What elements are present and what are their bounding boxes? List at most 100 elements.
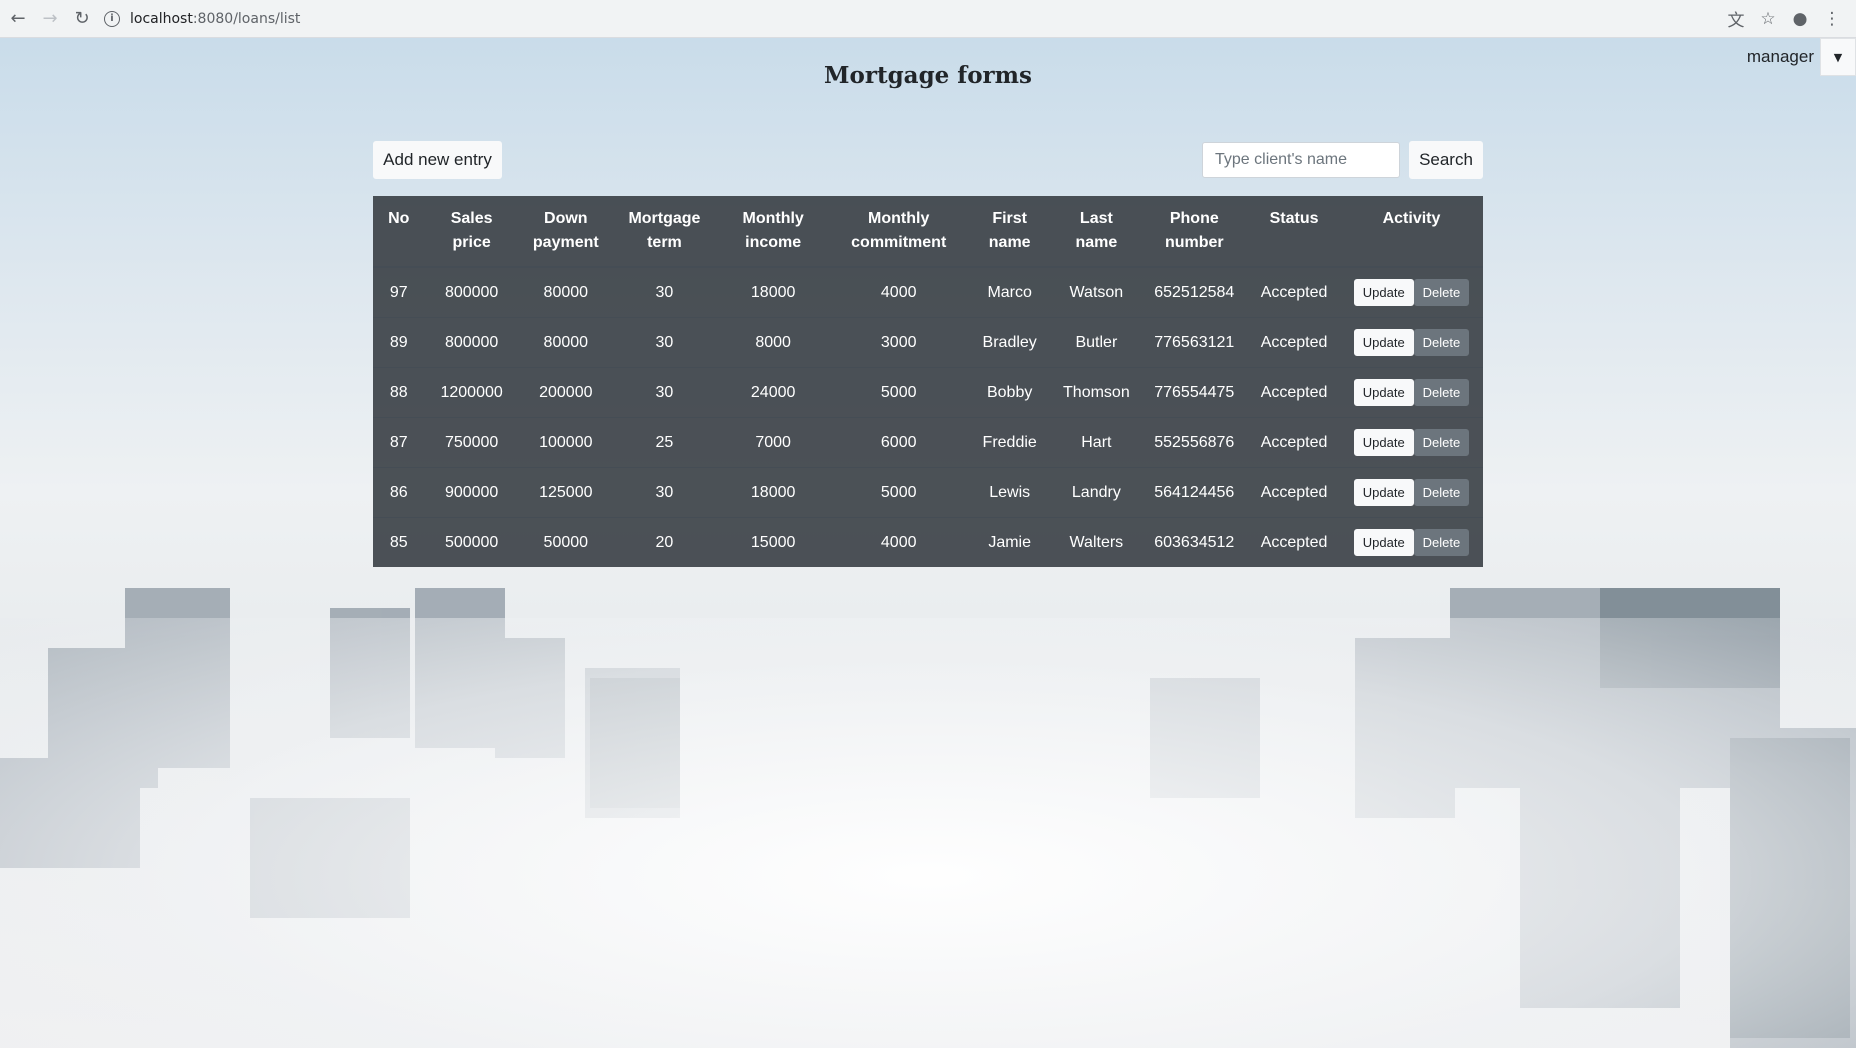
delete-button[interactable]: Delete bbox=[1413, 529, 1470, 556]
cell-mortgage-term: 30 bbox=[612, 467, 716, 518]
cell-monthly-commitment: 5000 bbox=[830, 467, 968, 518]
column-header: Monthly commitment bbox=[830, 196, 968, 268]
fog-overlay bbox=[0, 618, 1856, 1048]
page-body: Mortgage forms manager ▼ Add new entry S… bbox=[0, 38, 1856, 1048]
table-row: 88 1200000 200000 30 24000 5000 Bobby Thomson 77… bbox=[373, 367, 1483, 418]
delete-button[interactable]: Delete bbox=[1413, 329, 1470, 356]
cell-last-name: Butler bbox=[1052, 317, 1141, 368]
cell-phone-number: 603634512 bbox=[1140, 517, 1249, 567]
cell-status: Accepted bbox=[1248, 266, 1340, 318]
cell-monthly-commitment: 4000 bbox=[830, 517, 968, 567]
cell-monthly-income: 18000 bbox=[716, 467, 831, 518]
cell-phone-number: 776563121 bbox=[1140, 317, 1249, 368]
cell-activity: Update Delete bbox=[1340, 417, 1483, 468]
cell-monthly-income: 15000 bbox=[716, 517, 831, 567]
cell-monthly-income: 18000 bbox=[716, 266, 831, 318]
cell-activity: Update Delete bbox=[1340, 467, 1483, 518]
cell-activity: Update Delete bbox=[1340, 367, 1483, 418]
user-name[interactable]: manager bbox=[1747, 47, 1814, 67]
translate-icon[interactable]: 文 bbox=[1720, 5, 1752, 33]
browser-actions: 文 ☆ ● ⋮ bbox=[1720, 5, 1848, 33]
cell-first-name: Jamie bbox=[967, 517, 1053, 567]
cell-monthly-commitment: 6000 bbox=[830, 417, 968, 468]
back-arrow-icon[interactable]: ← bbox=[4, 5, 32, 33]
cell-first-name: Bobby bbox=[967, 367, 1053, 418]
forward-arrow-icon[interactable]: → bbox=[36, 5, 64, 33]
column-header: Activity bbox=[1340, 196, 1483, 268]
cell-status: Accepted bbox=[1248, 517, 1340, 567]
cell-monthly-commitment: 4000 bbox=[830, 266, 968, 318]
cell-first-name: Marco bbox=[967, 266, 1053, 318]
column-header: First name bbox=[967, 196, 1053, 268]
cell-phone-number: 564124456 bbox=[1140, 467, 1249, 518]
cell-last-name: Landry bbox=[1052, 467, 1141, 518]
update-button[interactable]: Update bbox=[1353, 479, 1414, 506]
update-button[interactable]: Update bbox=[1353, 429, 1414, 456]
cell-sales-price: 800000 bbox=[424, 266, 519, 318]
cell-status: Accepted bbox=[1248, 467, 1340, 518]
cell-phone-number: 652512584 bbox=[1140, 266, 1249, 318]
cell-sales-price: 500000 bbox=[424, 517, 519, 567]
cell-row-number: 87 bbox=[373, 417, 425, 468]
star-icon[interactable]: ☆ bbox=[1752, 5, 1784, 33]
address-bar[interactable]: i localhost:8080/loans/list bbox=[104, 4, 1720, 34]
cell-mortgage-term: 30 bbox=[612, 266, 716, 318]
cell-down-payment: 200000 bbox=[518, 367, 613, 418]
cell-sales-price: 800000 bbox=[424, 317, 519, 368]
column-header: Status bbox=[1248, 196, 1340, 268]
cell-activity: Update Delete bbox=[1340, 517, 1483, 567]
update-button[interactable]: Update bbox=[1353, 379, 1414, 406]
delete-button[interactable]: Delete bbox=[1413, 479, 1470, 506]
column-header: Last name bbox=[1052, 196, 1141, 268]
cell-down-payment: 50000 bbox=[518, 517, 613, 567]
cell-mortgage-term: 30 bbox=[612, 367, 716, 418]
update-button[interactable]: Update bbox=[1353, 279, 1414, 306]
table-row: 97 800000 80000 30 18000 4000 Marco Watson 65251… bbox=[373, 266, 1483, 318]
table-row: 86 900000 125000 30 18000 5000 Lewis Landry 5641… bbox=[373, 467, 1483, 518]
cell-monthly-income: 24000 bbox=[716, 367, 831, 418]
info-icon[interactable]: i bbox=[104, 10, 120, 27]
table-row: 85 500000 50000 20 15000 4000 Jamie Walters 6036… bbox=[373, 517, 1483, 567]
client-search-input[interactable] bbox=[1202, 142, 1400, 178]
column-header: Down payment bbox=[518, 196, 613, 268]
add-new-entry-button[interactable]: Add new entry bbox=[373, 141, 502, 179]
url-text[interactable]: localhost:8080/loans/list bbox=[130, 11, 300, 27]
column-header: Phone number bbox=[1140, 196, 1249, 268]
cell-row-number: 97 bbox=[373, 266, 425, 318]
chevron-down-icon[interactable]: ▼ bbox=[1820, 38, 1856, 76]
delete-button[interactable]: Delete bbox=[1413, 429, 1470, 456]
cell-mortgage-term: 30 bbox=[612, 317, 716, 368]
cell-down-payment: 100000 bbox=[518, 417, 613, 468]
cell-activity: Update Delete bbox=[1340, 266, 1483, 318]
table-header-row: No Sales price Down payment Mortgage ter… bbox=[373, 196, 1483, 268]
reload-icon[interactable]: ↻ bbox=[68, 5, 96, 33]
cell-phone-number: 552556876 bbox=[1140, 417, 1249, 468]
kebab-menu-icon[interactable]: ⋮ bbox=[1816, 5, 1848, 33]
table-row: 87 750000 100000 25 7000 6000 Freddie Hart 55255… bbox=[373, 417, 1483, 468]
account-icon[interactable]: ● bbox=[1784, 5, 1816, 33]
update-button[interactable]: Update bbox=[1353, 329, 1414, 356]
cell-first-name: Lewis bbox=[967, 467, 1053, 518]
cell-row-number: 85 bbox=[373, 517, 425, 567]
cell-last-name: Walters bbox=[1052, 517, 1141, 567]
cell-activity: Update Delete bbox=[1340, 317, 1483, 368]
cell-monthly-commitment: 5000 bbox=[830, 367, 968, 418]
cell-down-payment: 80000 bbox=[518, 266, 613, 318]
cell-down-payment: 80000 bbox=[518, 317, 613, 368]
update-button[interactable]: Update bbox=[1353, 529, 1414, 556]
cell-last-name: Hart bbox=[1052, 417, 1141, 468]
cell-row-number: 88 bbox=[373, 367, 425, 418]
cell-status: Accepted bbox=[1248, 367, 1340, 418]
cell-phone-number: 776554475 bbox=[1140, 367, 1249, 418]
cell-last-name: Watson bbox=[1052, 266, 1141, 318]
cell-sales-price: 1200000 bbox=[424, 367, 519, 418]
user-menu[interactable]: manager ▼ bbox=[1747, 38, 1856, 76]
column-header: Mortgage term bbox=[612, 196, 716, 268]
cell-status: Accepted bbox=[1248, 417, 1340, 468]
delete-button[interactable]: Delete bbox=[1413, 379, 1470, 406]
search-button[interactable]: Search bbox=[1409, 141, 1483, 179]
delete-button[interactable]: Delete bbox=[1413, 279, 1470, 306]
cell-monthly-income: 8000 bbox=[716, 317, 831, 368]
cell-first-name: Bradley bbox=[967, 317, 1053, 368]
cell-row-number: 89 bbox=[373, 317, 425, 368]
